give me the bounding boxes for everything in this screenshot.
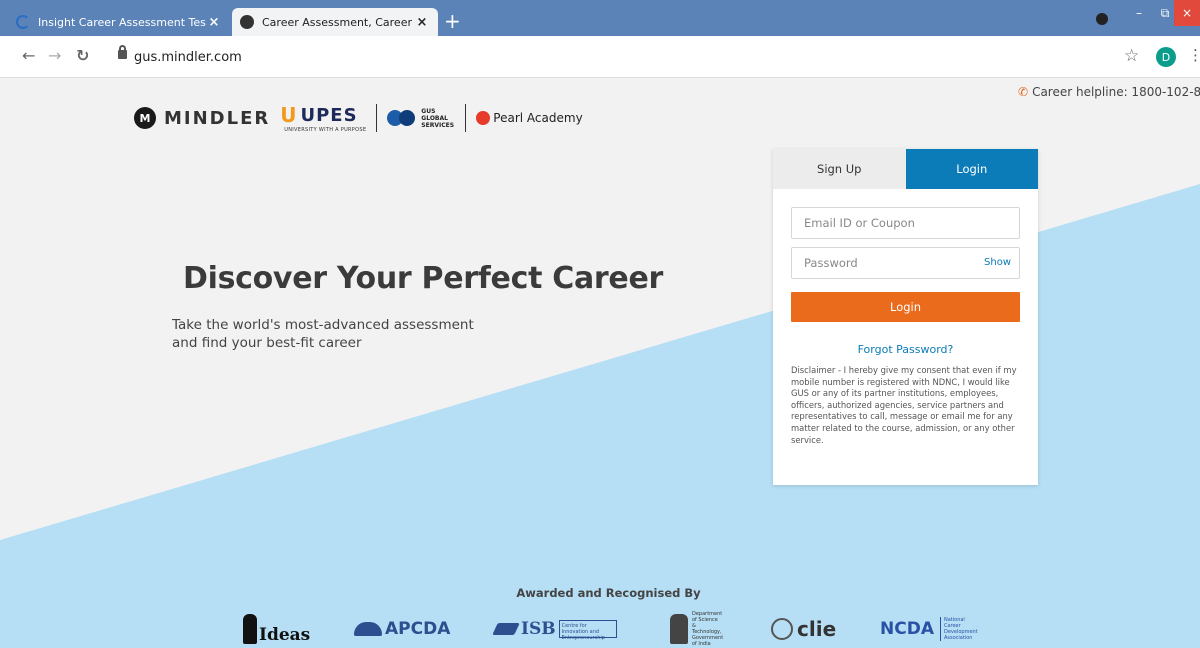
gus-logo-icon (387, 106, 417, 130)
email-field[interactable]: Email ID or Coupon (791, 207, 1020, 239)
browser-tab-insight[interactable]: Insight Career Assessment Test U × (8, 8, 230, 36)
logo-divider (465, 104, 467, 132)
password-placeholder: Password (804, 256, 858, 270)
kebab-menu-icon[interactable]: ⋮ (1188, 46, 1200, 64)
loading-favicon-icon (16, 15, 30, 29)
career-helpline[interactable]: ✆Career helpline: 1800-102-8737 (1018, 85, 1200, 99)
isb-logo-text: ISB (521, 619, 556, 639)
gus-logo-text: GUS GLOBAL SERVICES (421, 107, 455, 129)
dst-text: Department of Science & Technology, Gove… (692, 611, 724, 647)
partner-logos: M MINDLER U UPES UNIVERSITY WITH A PURPO… (134, 100, 583, 136)
helpline-text: Career helpline: 1800-102-8737 (1032, 85, 1200, 99)
lock-icon[interactable] (118, 45, 127, 59)
clie-logo-icon (771, 618, 793, 640)
award-apcda: APCDA (354, 610, 450, 648)
mindler-logo-text: MINDLER (164, 107, 271, 129)
show-password-link[interactable]: Show (984, 257, 1011, 268)
award-isb: ISB Centre for Innovation and Entreprene… (492, 610, 617, 648)
award-dst: Department of Science & Technology, Gove… (670, 610, 724, 648)
upes-mark-icon: U (280, 103, 297, 127)
clie-logo-text: clie (797, 617, 837, 641)
upes-logo: U UPES UNIVERSITY WITH A PURPOSE (280, 103, 366, 133)
national-emblem-icon (670, 614, 688, 644)
reload-icon[interactable]: ↻ (76, 48, 89, 64)
profile-indicator-icon[interactable] (1096, 13, 1108, 25)
awards-heading: Awarded and Recognised By (516, 586, 701, 600)
tab-login[interactable]: Login (905, 149, 1038, 189)
award-power-of-ideas: Ideas (243, 610, 310, 648)
mindler-logo-icon: M (134, 107, 156, 129)
award-ncda: NCDA National Career Development Associa… (880, 610, 978, 648)
close-window-button[interactable]: × (1174, 0, 1200, 26)
award-clie: clie (771, 610, 836, 648)
tab-sign-up[interactable]: Sign Up (773, 149, 906, 189)
upes-tagline: UNIVERSITY WITH A PURPOSE (284, 127, 367, 133)
tab-title: Insight Career Assessment Test U (38, 15, 206, 29)
isb-subtitle: Centre for Innovation and Entrepreneursh… (558, 620, 617, 641)
isb-bird-icon (492, 623, 520, 635)
back-arrow-icon[interactable]: ← (22, 48, 35, 64)
pearl-academy-logo-text: Pearl Academy (493, 111, 583, 125)
forgot-password-link[interactable]: Forgot Password? (773, 343, 1038, 356)
tab-title: Career Assessment, Career Couns (262, 15, 414, 29)
star-icon[interactable]: ☆ (1124, 46, 1139, 66)
auth-tabs: Sign Up Login (773, 149, 1038, 189)
login-button[interactable]: Login (791, 292, 1020, 322)
address-bar[interactable]: gus.mindler.com (134, 50, 242, 65)
browser-toolbar: ← → ↻ gus.mindler.com ☆ D ⋮ (0, 36, 1200, 78)
phone-icon: ✆ (1018, 85, 1029, 99)
pearl-academy-icon (476, 111, 491, 125)
browser-tab-strip: Insight Career Assessment Test U × Caree… (0, 0, 1200, 36)
auth-card: Sign Up Login Email ID or Coupon Passwor… (773, 149, 1038, 485)
apcda-logo-icon (354, 622, 382, 636)
profile-avatar[interactable]: D (1156, 47, 1176, 67)
close-tab-icon[interactable]: × (414, 15, 430, 30)
upes-logo-text: UPES (300, 104, 358, 126)
apcda-logo-text: APCDA (385, 619, 451, 639)
password-field[interactable]: Password Show (791, 247, 1020, 279)
consent-disclaimer: Disclaimer - I hereby give my consent th… (791, 365, 1017, 445)
hero-subtitle: Take the world's most-advanced assessmen… (172, 317, 474, 351)
hero-title: Discover Your Perfect Career (183, 261, 663, 296)
close-tab-icon[interactable]: × (206, 15, 222, 30)
ncda-logo-text: NCDA (880, 619, 934, 639)
page-content: ✆Career helpline: 1800-102-8737 M MINDLE… (0, 78, 1200, 648)
logo-divider (376, 104, 378, 132)
forward-arrow-icon[interactable]: → (48, 48, 61, 64)
mindler-favicon-icon (240, 15, 254, 29)
ideas-logo-text: Ideas (259, 624, 311, 645)
browser-tab-career-assessment[interactable]: Career Assessment, Career Couns × (232, 8, 438, 36)
power-of-ideas-figure-icon (243, 614, 257, 644)
new-tab-button[interactable]: + (444, 11, 461, 31)
ncda-subtitle: National Career Development Association (939, 617, 978, 641)
